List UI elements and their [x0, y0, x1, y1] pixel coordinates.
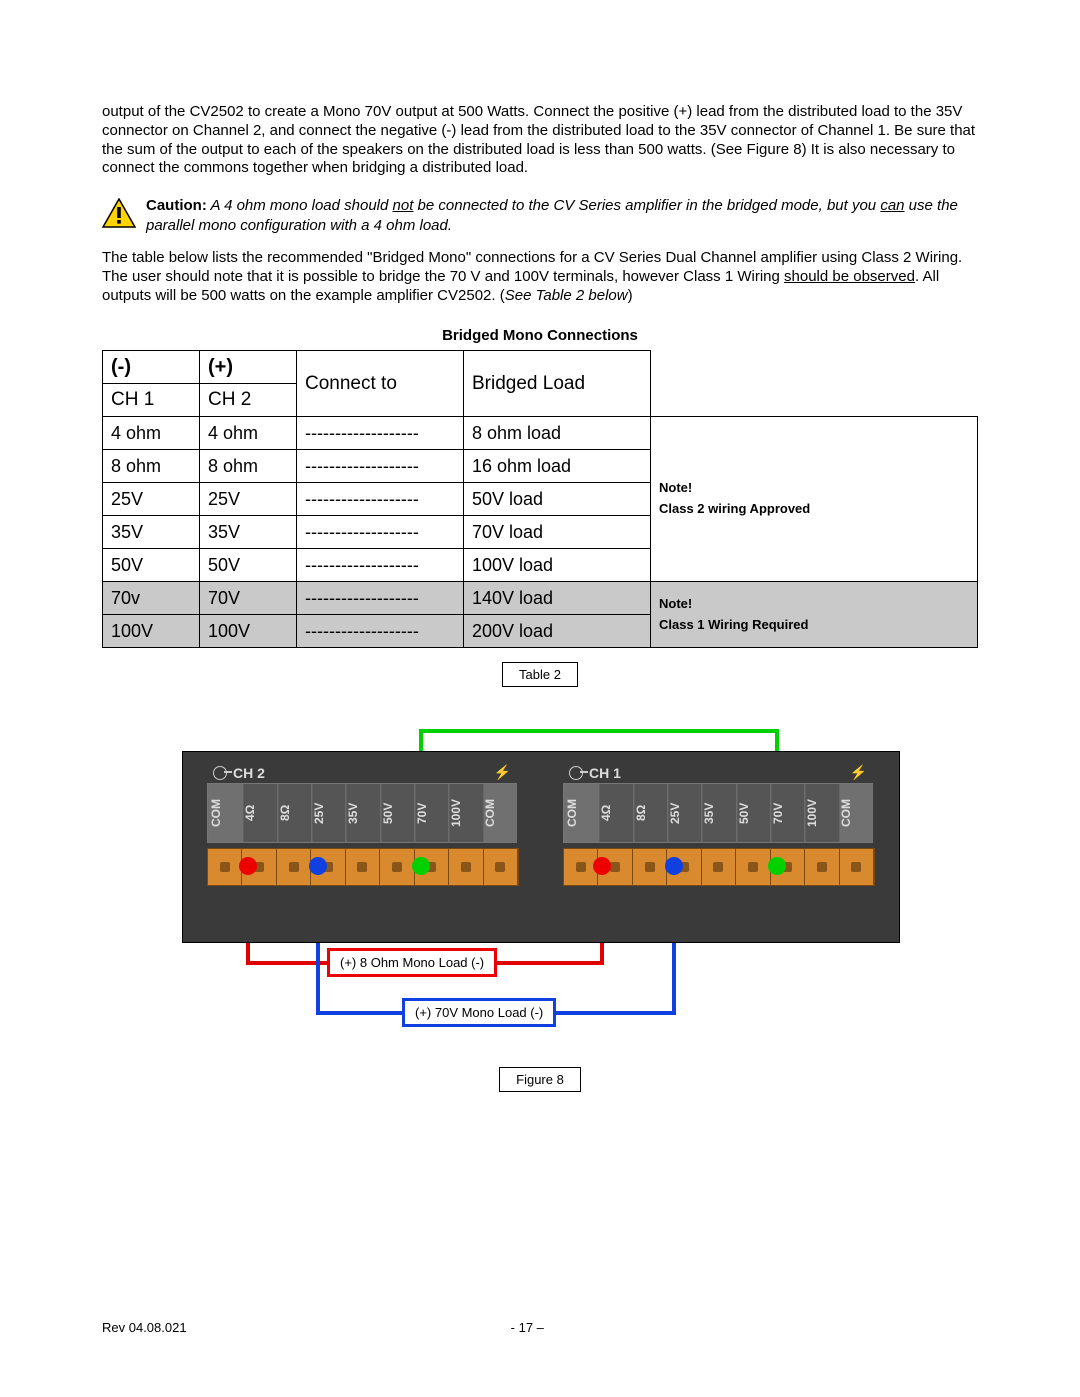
- table-row: 4 ohm4 ohm-------------------8 ohm load …: [103, 417, 978, 450]
- label-70v-mono-load: (+) 70V Mono Load (-): [402, 998, 556, 1027]
- revision-label: Rev 04.08.021: [102, 1320, 187, 1335]
- ch1-terminal-labels: COM4Ω8Ω25V35V50V70V100VCOM: [563, 783, 873, 843]
- amp-panel: CH 2 ⚡ COM4Ω8Ω25V35V50V70V100VCOM CH 1 ⚡ C…: [182, 751, 900, 943]
- bolt-icon: ⚡: [494, 764, 511, 781]
- label-8ohm-mono-load: (+) 8 Ohm Mono Load (-): [327, 948, 497, 977]
- intro-paragraph: output of the CV2502 to create a Mono 70…: [102, 103, 978, 178]
- ch2-label: CH 2: [233, 765, 265, 781]
- page-footer: Rev 04.08.021 - 17 –: [102, 1320, 978, 1335]
- warning-triangle-icon: [102, 198, 136, 228]
- bolt-icon: ⚡: [850, 764, 867, 781]
- figure-8: CH 2 ⚡ COM4Ω8Ω25V35V50V70V100VCOM CH 1 ⚡ C…: [102, 723, 978, 1143]
- note-class1: Note!Class 1 Wiring Required: [651, 582, 978, 648]
- page-number: - 17 –: [187, 1320, 868, 1335]
- bridged-mono-table: (-) (+) Connect to Bridged Load CH 1 CH …: [102, 350, 978, 648]
- figure8-caption: Figure 8: [499, 1067, 581, 1092]
- ch2-terminal-labels: COM4Ω8Ω25V35V50V70V100VCOM: [207, 783, 517, 843]
- table2-caption: Table 2: [502, 662, 578, 687]
- table-title: Bridged Mono Connections: [102, 327, 978, 344]
- caution-block: Caution: A 4 ohm mono load should not be…: [102, 196, 978, 235]
- table-intro-paragraph: The table below lists the recommended "B…: [102, 249, 978, 305]
- ch1-label: CH 1: [589, 765, 621, 781]
- caution-text: Caution: A 4 ohm mono load should not be…: [146, 196, 978, 235]
- table-row: 70v70V-------------------140V load Note!…: [103, 582, 978, 615]
- note-class2: Note!Class 2 wiring Approved: [651, 417, 978, 582]
